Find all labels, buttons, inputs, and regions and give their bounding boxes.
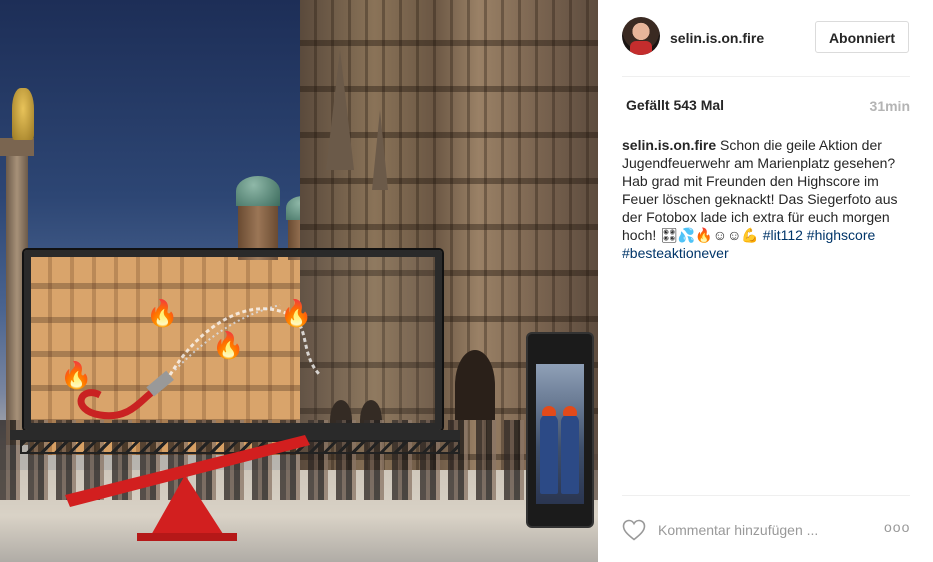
fire-icon: 🔥 <box>60 360 93 390</box>
seesaw <box>65 435 310 541</box>
like-count[interactable]: Gefällt 543 Mal <box>626 97 724 113</box>
church-dome <box>236 176 280 206</box>
kiosk-person <box>561 414 579 494</box>
town-hall-spire <box>372 110 388 190</box>
kiosk-person <box>540 414 558 494</box>
caption-username[interactable]: selin.is.on.fire <box>622 137 716 153</box>
golden-statue <box>12 88 34 140</box>
heart-icon[interactable] <box>622 519 646 541</box>
fire-icon: 🔥 <box>146 298 179 328</box>
post-header: selin.is.on.fire Abonniert <box>598 0 933 76</box>
fire-icon: 🔥 <box>212 330 245 360</box>
comment-input[interactable] <box>658 520 858 540</box>
fire-icon: 🔥 <box>280 298 313 328</box>
photo-box-kiosk <box>528 334 592 526</box>
town-hall-arch <box>455 350 495 420</box>
divider <box>622 495 910 496</box>
hashtag-link[interactable]: #highscore <box>807 227 876 243</box>
post-caption: selin.is.on.fire Schon die geile Aktion … <box>622 136 912 262</box>
post-photo[interactable]: 🔥 🔥 🔥 🔥 <box>0 0 598 562</box>
comment-bar: ooo <box>598 497 933 562</box>
divider <box>622 76 910 77</box>
kiosk-helmet <box>563 406 577 416</box>
more-options-icon[interactable]: ooo <box>884 519 910 535</box>
hashtag-link[interactable]: #lit112 <box>763 227 803 243</box>
post-timestamp[interactable]: 31min <box>870 98 910 114</box>
hashtag-link[interactable]: #besteaktionever <box>622 245 729 261</box>
kiosk-screen <box>536 364 584 504</box>
kiosk-helmet <box>542 406 556 416</box>
post-sidebar: selin.is.on.fire Abonniert Gefällt 543 M… <box>598 0 933 562</box>
username-link[interactable]: selin.is.on.fire <box>670 30 764 46</box>
following-button[interactable]: Abonniert <box>815 21 909 53</box>
avatar[interactable] <box>622 17 660 55</box>
town-hall-spire <box>326 50 354 170</box>
column-capital <box>0 138 34 156</box>
